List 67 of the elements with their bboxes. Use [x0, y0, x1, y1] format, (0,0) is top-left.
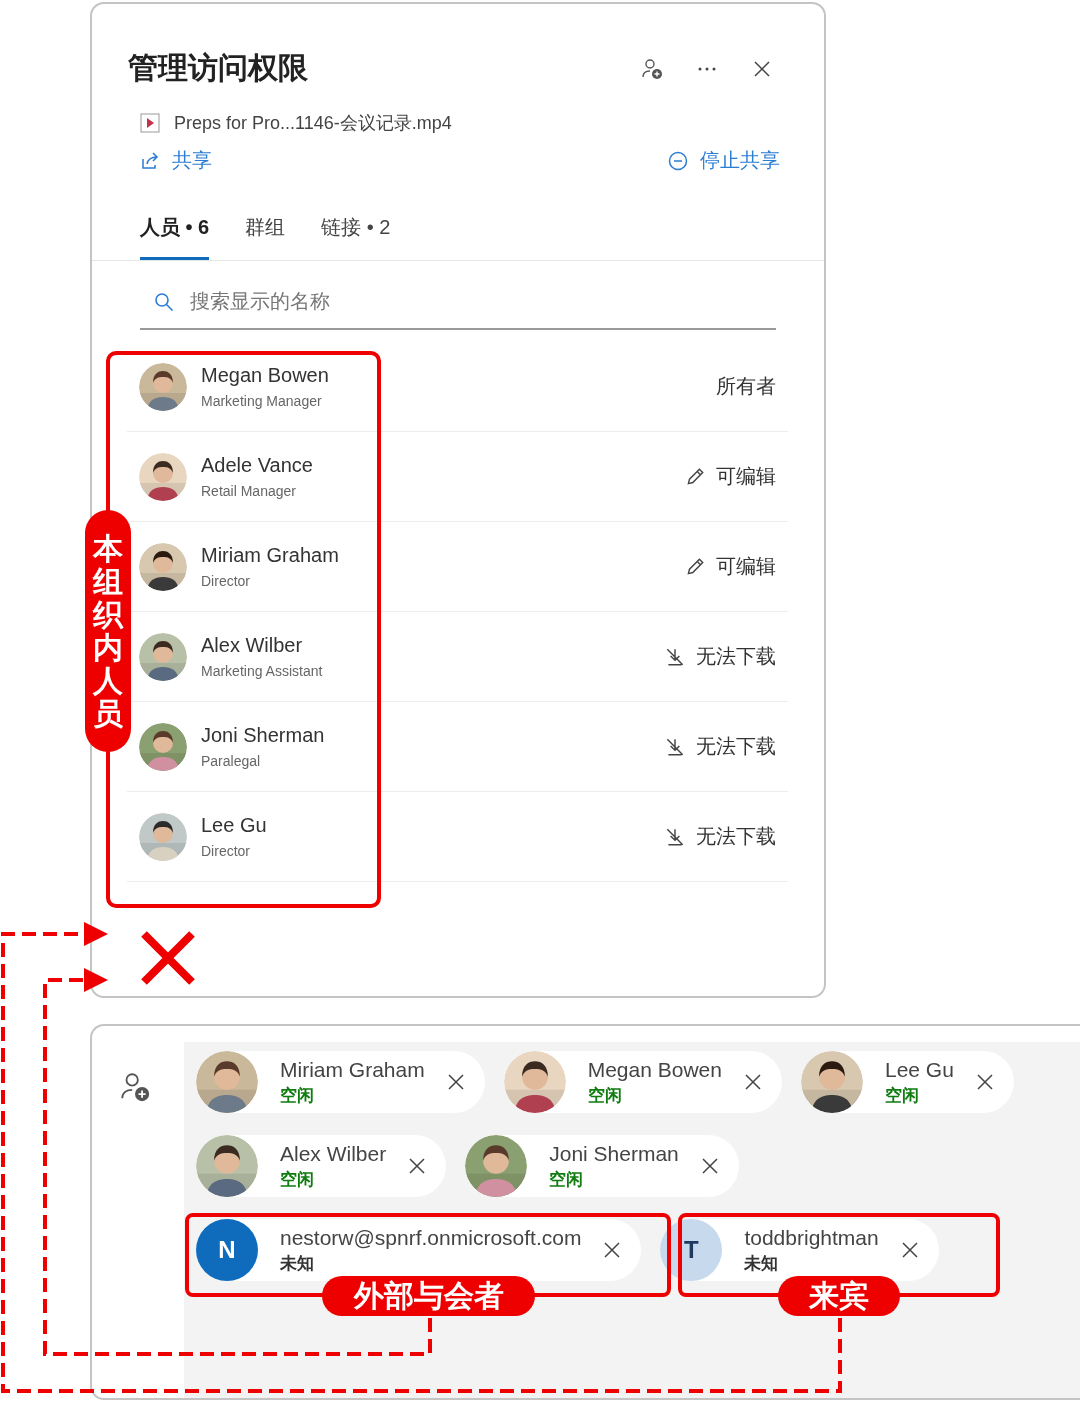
remove-icon[interactable]	[700, 1157, 719, 1175]
attendee-name: Megan Bowen	[587, 1057, 722, 1082]
attendee-chip[interactable]: Miriam Graham 空闲	[196, 1051, 485, 1113]
add-person-icon[interactable]	[118, 1070, 152, 1104]
person-name: Lee Gu	[201, 814, 268, 837]
video-file-icon	[140, 113, 160, 133]
annotation-label: 外部与会者	[322, 1276, 535, 1316]
presence-status: 空闲	[280, 1084, 315, 1107]
panel-title: 管理访问权限	[128, 50, 308, 86]
attendee-chip[interactable]: T toddbrightman 未知	[660, 1219, 939, 1281]
stop-sharing-link[interactable]: 停止共享	[668, 147, 780, 174]
remove-icon[interactable]	[603, 1241, 622, 1259]
annotation-label: 来宾	[778, 1276, 900, 1316]
search-field[interactable]: 搜索显示的名称	[188, 289, 776, 314]
job-title: Retail Manager	[201, 483, 297, 499]
job-title: Marketing Manager	[201, 393, 323, 409]
share-icon	[140, 150, 160, 171]
attendee-chip[interactable]: Lee Gu 空闲	[800, 1051, 1014, 1113]
permission-label[interactable]: 无法下载	[696, 823, 776, 850]
add-person-icon[interactable]	[640, 56, 664, 81]
presence-status: 空闲	[587, 1084, 623, 1107]
person-name: Joni Sherman	[201, 724, 326, 747]
attendee-chip[interactable]: N nestorw@spnrf.onmicrosoft.com 未知	[196, 1219, 642, 1281]
presence-status: 未知	[744, 1252, 780, 1275]
job-title: Marketing Assistant	[201, 663, 324, 679]
presence-status: 空闲	[549, 1168, 585, 1191]
attendee-name: Lee Gu	[884, 1057, 954, 1082]
pencil-icon	[684, 465, 706, 488]
job-title: Director	[201, 843, 251, 859]
remove-icon[interactable]	[975, 1073, 994, 1091]
permission-label[interactable]: 所有者	[716, 373, 776, 400]
permission-label[interactable]: 可编辑	[716, 553, 776, 580]
share-link[interactable]: 共享	[140, 147, 212, 174]
job-title: Paralegal	[201, 753, 262, 769]
tab[interactable]: 群组	[245, 214, 286, 260]
job-title: Director	[201, 573, 251, 589]
attendee-chip[interactable]: Megan Bowen 空闲	[503, 1051, 782, 1113]
person-name: Miriam Graham	[201, 544, 340, 567]
remove-icon[interactable]	[408, 1157, 427, 1175]
tab[interactable]: 链接 • 2	[321, 214, 391, 260]
attendee-name: toddbrightman	[744, 1225, 879, 1250]
attendee-name: Alex Wilber	[280, 1141, 387, 1166]
attendee-chip[interactable]: Joni Sherman 空闲	[465, 1135, 739, 1197]
attendee-name: nestorw@spnrf.onmicrosoft.com	[280, 1225, 582, 1250]
attendee-name: Joni Sherman	[549, 1141, 679, 1166]
remove-icon[interactable]	[900, 1241, 919, 1259]
tab[interactable]: 人员 • 6	[140, 214, 210, 260]
attendee-name: Miriam Graham	[280, 1057, 425, 1082]
cross-mark	[140, 930, 196, 986]
annotation-label: 本组织内人员	[85, 510, 131, 752]
presence-status: 空闲	[884, 1084, 920, 1107]
permission-label[interactable]: 可编辑	[716, 463, 776, 490]
person-name: Adele Vance	[201, 454, 314, 477]
remove-icon[interactable]	[743, 1073, 762, 1091]
minus-circle-icon	[668, 150, 688, 171]
file-name: Preps for Pro...1146-会议记录.mp4	[174, 112, 452, 135]
presence-status: 空闲	[280, 1168, 315, 1191]
avatar-initial: N	[196, 1219, 258, 1281]
attendee-chip[interactable]: Alex Wilber 空闲	[196, 1135, 447, 1197]
presence-status: 未知	[280, 1252, 315, 1275]
permission-label[interactable]: 无法下载	[696, 733, 776, 760]
permission-label[interactable]: 无法下载	[696, 643, 776, 670]
person-name: Alex Wilber	[201, 634, 304, 657]
person-name: Megan Bowen	[201, 364, 330, 387]
pencil-icon	[684, 555, 706, 578]
remove-icon[interactable]	[446, 1073, 465, 1091]
search-icon	[154, 291, 174, 312]
